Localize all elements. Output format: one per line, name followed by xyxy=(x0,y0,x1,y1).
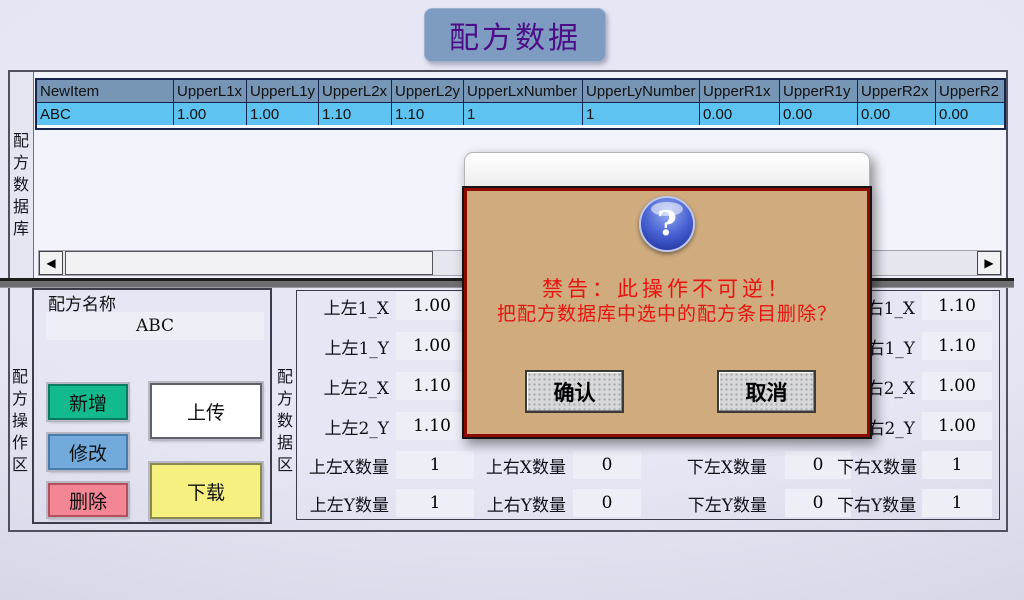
header-cell: UpperR2x xyxy=(858,80,936,102)
question-icon: ? xyxy=(639,196,695,252)
field: 下右Y数量 1 xyxy=(837,489,992,517)
field: 下右X数量 1 xyxy=(837,451,992,479)
field: 上左1_Y 1.00 xyxy=(299,332,468,360)
field-value-input[interactable]: 1 xyxy=(396,489,474,517)
header-cell: NewItem xyxy=(37,80,174,102)
dialog-body: ? 禁告：此操作不可逆！ 把配方数据库中选中的配方条目删除？ 确认 取消 xyxy=(464,188,870,437)
field-label: 下右Y数量 xyxy=(837,491,915,516)
field-value-input[interactable]: 1 xyxy=(922,489,992,517)
field: 上左1_X 1.00 xyxy=(299,292,468,320)
field-value-input[interactable]: 1.00 xyxy=(396,292,468,320)
recipe-name-input[interactable]: ABC xyxy=(46,312,264,340)
scroll-thumb[interactable] xyxy=(65,251,433,275)
operation-side-label: 配方操作区 xyxy=(11,366,29,476)
header-cell: UpperLyNumber xyxy=(583,80,700,102)
modify-button[interactable]: 修改 xyxy=(48,434,128,470)
header-cell: UpperR1y xyxy=(780,80,858,102)
table-cell: 1 xyxy=(464,103,583,125)
field-value-input[interactable]: 1.00 xyxy=(922,372,992,400)
field: 上左2_Y 1.10 xyxy=(299,412,468,440)
confirm-dialog: ? 禁告：此操作不可逆！ 把配方数据库中选中的配方条目删除？ 确认 取消 xyxy=(464,152,870,437)
field-label: 下右X数量 xyxy=(837,453,915,478)
scroll-right-icon: ▶ xyxy=(984,256,993,270)
field-value-input[interactable]: 1.10 xyxy=(922,332,992,360)
field-value-input[interactable]: 1.00 xyxy=(396,332,468,360)
table-header-row: NewItem UpperL1x UpperL1y UpperL2x Upper… xyxy=(37,80,1006,102)
field: 上右Y数量 0 xyxy=(482,489,641,517)
field: 上左Y数量 1 xyxy=(299,489,474,517)
field-value-input[interactable]: 1.10 xyxy=(396,372,468,400)
field-label: 上左1_X xyxy=(299,294,389,319)
field: 下左X数量0 xyxy=(679,451,851,479)
header-cell: UpperLxNumber xyxy=(464,80,583,102)
field-value-input[interactable]: 1.10 xyxy=(396,412,468,440)
field-value-input[interactable]: 0 xyxy=(573,489,641,517)
scroll-right-button[interactable]: ▶ xyxy=(977,251,1001,275)
database-side-label: 配方数据库 xyxy=(12,130,30,240)
table-cell: 1.10 xyxy=(319,103,392,125)
scroll-left-icon: ◀ xyxy=(46,256,55,270)
field-value-input[interactable]: 1 xyxy=(922,451,992,479)
field-label: 上左X数量 xyxy=(299,453,389,478)
database-side-strip: 配方数据库 xyxy=(10,72,34,280)
header-cell: UpperL1y xyxy=(247,80,319,102)
cancel-button[interactable]: 取消 xyxy=(717,370,816,413)
table-cell: 1.00 xyxy=(174,103,247,125)
field: 上右X数量 0 xyxy=(482,451,641,479)
data-side-label: 配方数据区 xyxy=(276,366,294,476)
add-button[interactable]: 新增 xyxy=(48,384,128,420)
header-cell: UpperL1x xyxy=(174,80,247,102)
field-label: 上右X数量 xyxy=(482,453,566,478)
table-row[interactable]: ABC 1.00 1.00 1.10 1.10 1 1 0.00 0.00 0.… xyxy=(37,102,1006,125)
table-cell: 0.00 xyxy=(780,103,858,125)
field-label: 上左2_Y xyxy=(299,414,389,439)
field-value-input[interactable]: 1.00 xyxy=(922,412,992,440)
table-cell: 1.00 xyxy=(247,103,319,125)
table-cell: 1.10 xyxy=(392,103,464,125)
field-label: 上左Y数量 xyxy=(299,491,389,516)
table-cell: ABC xyxy=(37,103,174,125)
warning-line2: 把配方数据库中选中的配方条目删除？ xyxy=(467,299,867,326)
field-label: 上左1_Y xyxy=(299,334,389,359)
field-label: 下左Y数量 xyxy=(679,491,767,516)
header-cell: UpperR1x xyxy=(700,80,780,102)
header-cell: UpperL2x xyxy=(319,80,392,102)
upload-button[interactable]: 上传 xyxy=(150,383,262,439)
field-label: 上右Y数量 xyxy=(482,491,566,516)
header-cell: UpperR2 xyxy=(936,80,1006,102)
field: 上左X数量 1 xyxy=(299,451,474,479)
field: 下左Y数量0 xyxy=(679,489,851,517)
field-value-input[interactable]: 1.10 xyxy=(922,292,992,320)
recipe-data-screen: 配方数据 配方数据库 NewItem UpperL1x UpperL1y Upp… xyxy=(0,0,1024,600)
download-button[interactable]: 下载 xyxy=(150,463,262,519)
recipe-operation-panel: 配方名称 ABC 新增 修改 删除 上传 下载 xyxy=(32,288,272,524)
dialog-titlebar xyxy=(464,152,870,188)
page-title: 配方数据 xyxy=(424,8,606,62)
delete-button[interactable]: 删除 xyxy=(48,483,128,517)
recipe-table: NewItem UpperL1x UpperL1y UpperL2x Upper… xyxy=(35,78,1006,130)
table-cell: 0.00 xyxy=(936,103,1006,125)
field: 上左2_X 1.10 xyxy=(299,372,468,400)
header-cell: UpperL2y xyxy=(392,80,464,102)
scroll-left-button[interactable]: ◀ xyxy=(39,251,63,275)
table-cell: 0.00 xyxy=(858,103,936,125)
field-label: 上左2_X xyxy=(299,374,389,399)
table-cell: 1 xyxy=(583,103,700,125)
field-label: 下左X数量 xyxy=(679,453,767,478)
confirm-button[interactable]: 确认 xyxy=(525,370,624,413)
field-value-input[interactable]: 0 xyxy=(573,451,641,479)
field-value-input[interactable]: 1 xyxy=(396,451,474,479)
table-cell: 0.00 xyxy=(700,103,780,125)
